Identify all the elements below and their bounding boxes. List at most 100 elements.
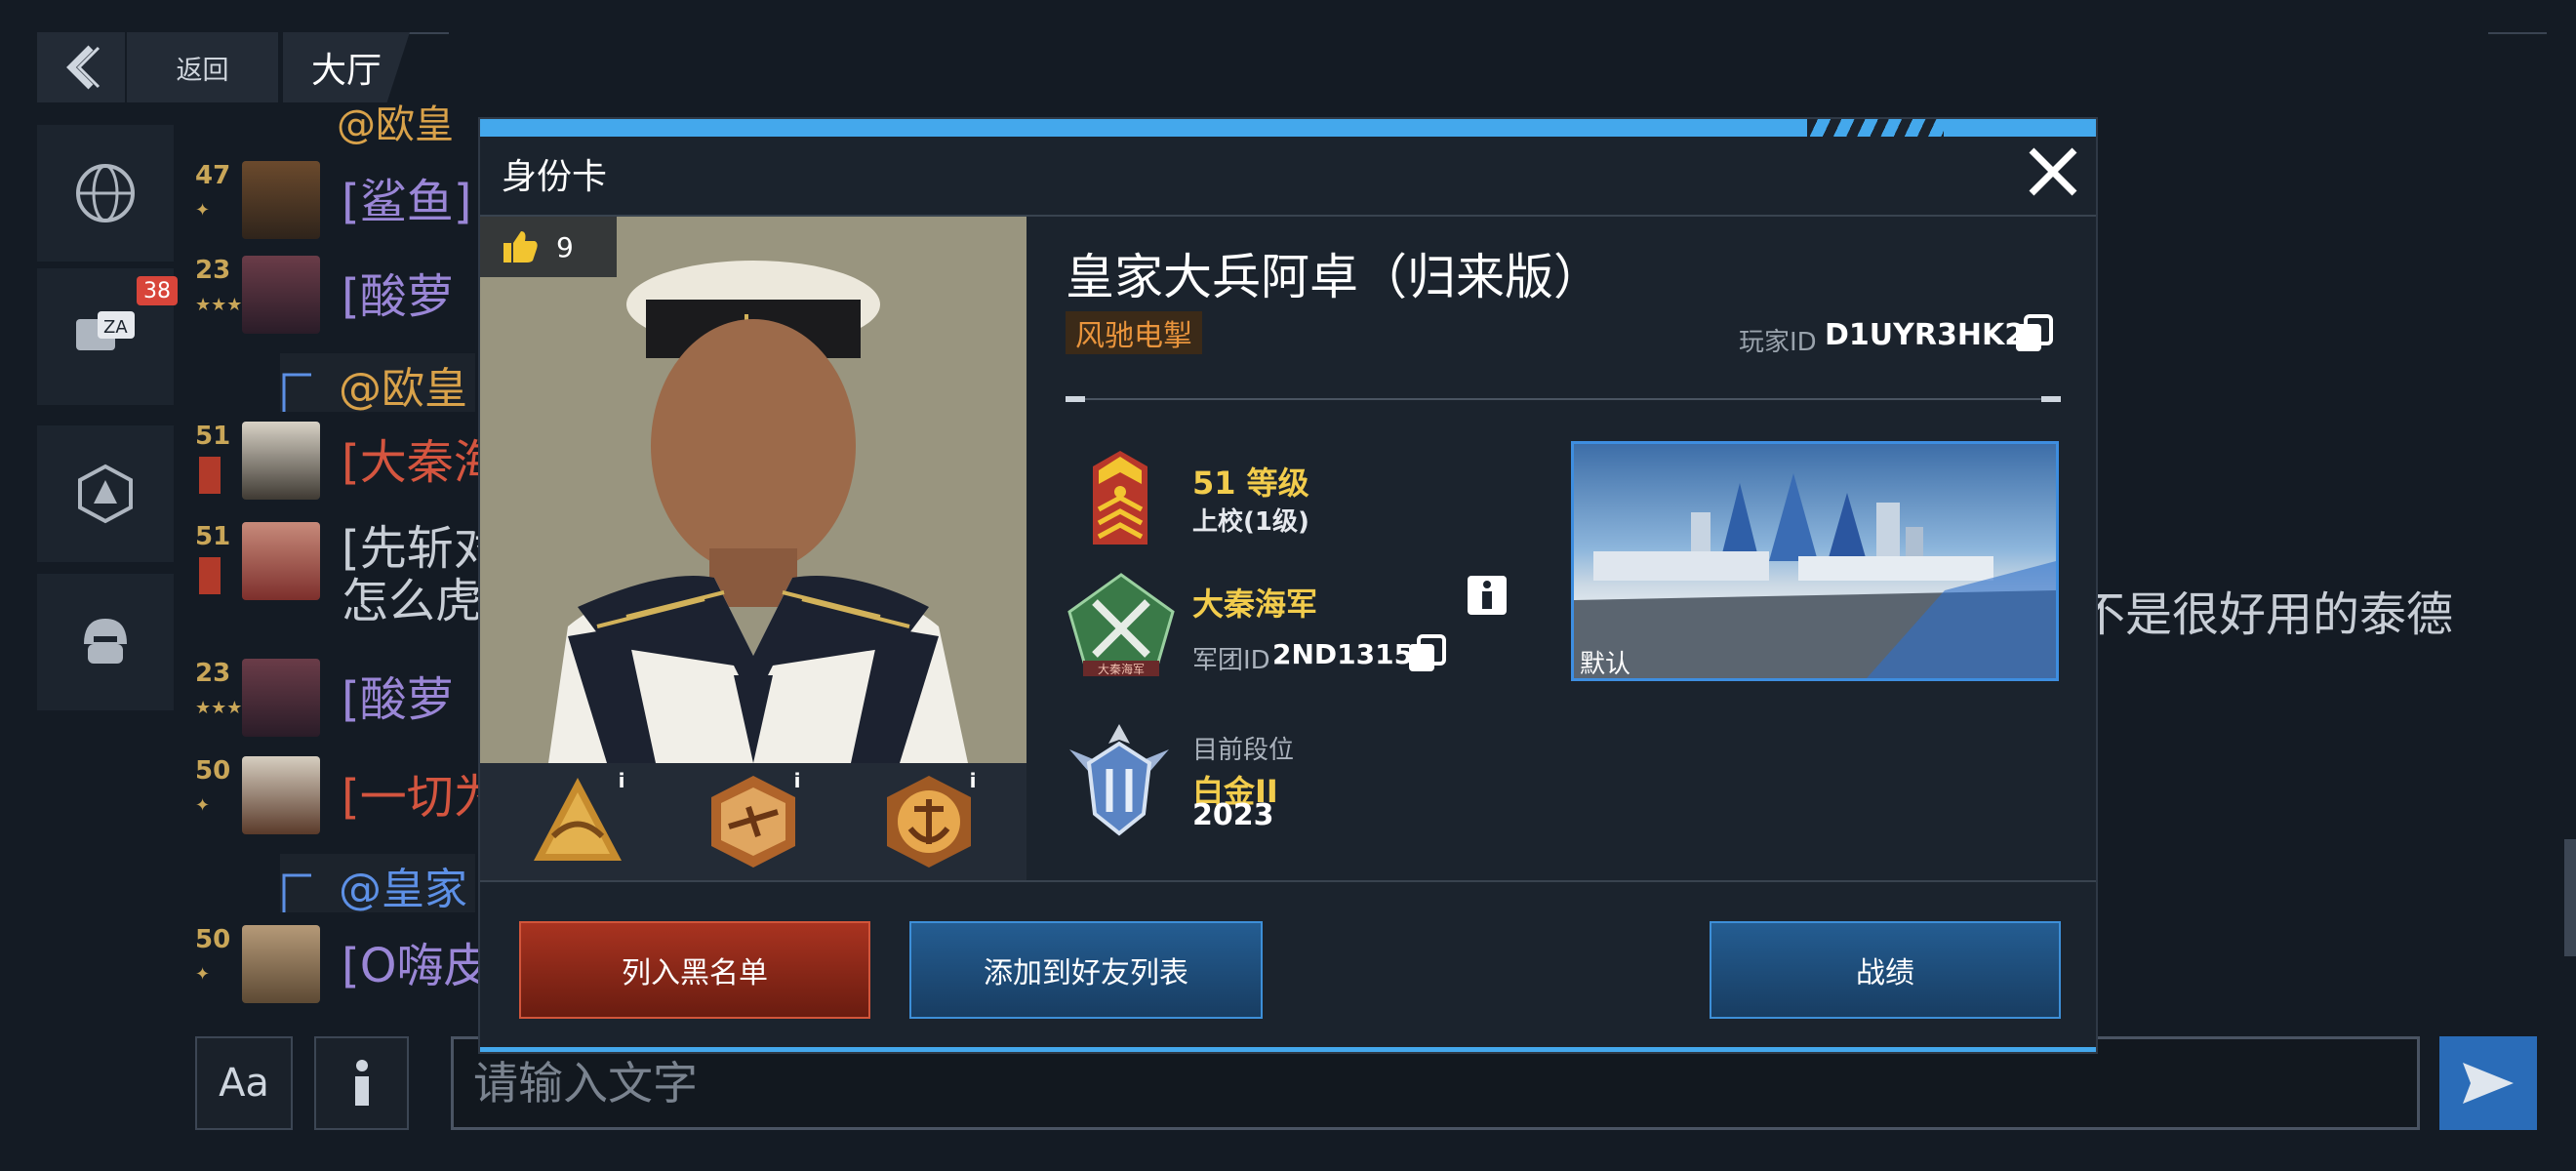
thumbs-up-icon xyxy=(503,231,538,262)
copy-legion-id-button[interactable] xyxy=(1407,634,1446,673)
back-button[interactable] xyxy=(37,32,125,102)
send-button[interactable] xyxy=(2439,1036,2537,1130)
info-button[interactable] xyxy=(314,1036,409,1130)
divider-tick xyxy=(2041,396,2061,402)
segment-emblem[interactable] xyxy=(1066,720,1173,841)
medal-info-icon[interactable]: i xyxy=(963,769,983,792)
player-name: 皇家大兵阿卓（归来版） xyxy=(1066,249,1602,305)
top-divider-right xyxy=(2488,32,2547,34)
modal-accent-stripes xyxy=(1807,119,1944,137)
avatar[interactable] xyxy=(242,756,320,834)
medals-row: i i i xyxy=(480,763,1026,880)
avatar[interactable] xyxy=(242,925,320,1003)
chat-message: [大秦海 xyxy=(342,435,501,490)
chat-level: 47 xyxy=(195,161,231,190)
segment-points: 2023 xyxy=(1192,798,1274,832)
blacklist-button[interactable]: 列入黑名单 xyxy=(519,921,870,1019)
player-id-value: D1UYR3HK2 xyxy=(1825,318,2026,352)
avatar[interactable] xyxy=(242,422,320,500)
chat-level: 23 xyxy=(195,659,231,688)
colonel-rank-icon xyxy=(1093,451,1147,545)
chat-level: 50 xyxy=(195,756,231,786)
nav-team[interactable] xyxy=(37,574,174,710)
chat-translate-icon: ZA xyxy=(76,311,135,350)
reply-line-icon xyxy=(282,873,311,912)
rank-chevron-icon xyxy=(199,457,221,494)
reply-line-icon xyxy=(282,373,311,412)
chat-message-line2: 怎么虎 xyxy=(342,574,483,628)
legion-emblem[interactable]: 大秦海军 xyxy=(1066,573,1177,680)
city-skyline-image xyxy=(1574,473,2056,678)
chat-level: 23 xyxy=(195,256,231,285)
player-level: 51 等级 xyxy=(1192,464,1309,502)
info-divider xyxy=(1066,398,2061,400)
chat-message: [O嗨皮 xyxy=(342,939,491,993)
info-icon xyxy=(354,1060,369,1106)
top-bar: 返回 大厅 xyxy=(37,32,410,102)
modal-title: 身份卡 xyxy=(502,157,608,197)
sailor-portrait-image xyxy=(480,217,1026,763)
battlefield-label: 默认 xyxy=(1580,650,1631,679)
globe-icon xyxy=(76,164,135,222)
player-portrait[interactable] xyxy=(480,217,1026,763)
medal-info-icon[interactable]: i xyxy=(612,769,631,792)
chat-message: [鲨鱼] xyxy=(342,175,472,229)
back-label[interactable]: 返回 xyxy=(127,32,278,102)
avatar[interactable] xyxy=(242,522,320,600)
rank-wings-icon: ✦ xyxy=(195,964,211,985)
legion-emblem-label: 大秦海军 xyxy=(1097,663,1145,676)
rank-chevron-icon xyxy=(199,557,221,594)
avatar[interactable] xyxy=(242,659,320,737)
legion-emblem-icon xyxy=(78,464,133,524)
chat-mention[interactable]: @欧皇 xyxy=(337,93,454,149)
legion-id-label: 军团ID xyxy=(1192,646,1270,675)
chat-level: 50 xyxy=(195,925,231,954)
add-friend-button[interactable]: 添加到好友列表 xyxy=(909,921,1263,1019)
legion-info-button[interactable] xyxy=(1468,576,1507,615)
rank-stars-icon: ★★★ xyxy=(195,295,243,315)
legion-name[interactable]: 大秦海军 xyxy=(1192,580,1317,625)
chat-mention: @皇家 xyxy=(339,865,467,914)
info-icon xyxy=(1482,581,1492,609)
chat-mention: @欧皇 xyxy=(339,364,467,414)
copy-icon xyxy=(1409,634,1446,671)
close-button[interactable] xyxy=(2022,141,2084,203)
reply-row[interactable]: @皇家 xyxy=(280,854,475,914)
reply-row[interactable]: @欧皇 xyxy=(280,353,475,414)
like-counter[interactable]: 9 xyxy=(480,217,617,277)
like-count: 9 xyxy=(556,230,574,263)
svg-text:ZA: ZA xyxy=(103,317,128,338)
font-size-label: Aa xyxy=(219,1061,269,1106)
avatar[interactable] xyxy=(242,256,320,334)
chat-level: 51 xyxy=(195,522,231,551)
send-icon xyxy=(2463,1063,2514,1104)
nav-world[interactable] xyxy=(37,125,174,262)
unread-badge: 38 xyxy=(137,276,178,305)
rank-stars-icon: ★★★ xyxy=(195,698,243,718)
rank-insignia xyxy=(1091,449,1149,550)
close-icon xyxy=(2029,147,2077,196)
player-title-badge: 风驰电掣 xyxy=(1066,311,1202,354)
medal-info-icon[interactable]: i xyxy=(787,769,807,792)
chat-message: [先斩对 xyxy=(342,521,501,576)
player-id-label: 玩家ID xyxy=(1739,328,1817,357)
chat-level: 51 xyxy=(195,422,231,451)
copy-icon xyxy=(2016,314,2053,351)
id-card-modal: 身份卡 9 i i i 皇家大兵阿卓（归来版） 风驰电掣 玩家ID D1UYR3… xyxy=(478,117,2098,1054)
combat-record-button[interactable]: 战绩 xyxy=(1710,921,2061,1019)
nav-legion[interactable] xyxy=(37,425,174,562)
copy-player-id-button[interactable] xyxy=(2014,314,2053,353)
segment-label: 目前段位 xyxy=(1192,736,1295,765)
helmet-icon xyxy=(84,619,127,664)
chat-scrollbar[interactable] xyxy=(2564,839,2576,956)
battlefield-preview[interactable]: 默认 xyxy=(1571,441,2059,681)
chat-message: [一切为 xyxy=(342,770,501,825)
chat-message-right: 不是很好用的泰德 xyxy=(2078,587,2454,642)
footer-divider xyxy=(480,880,2096,882)
font-size-button[interactable]: Aa xyxy=(195,1036,293,1130)
player-rank: 上校(1级) xyxy=(1192,507,1309,537)
avatar[interactable] xyxy=(242,161,320,239)
chevron-left-icon xyxy=(66,45,101,90)
divider-tick xyxy=(1066,396,1085,402)
rank-wings-icon: ✦ xyxy=(195,795,211,816)
